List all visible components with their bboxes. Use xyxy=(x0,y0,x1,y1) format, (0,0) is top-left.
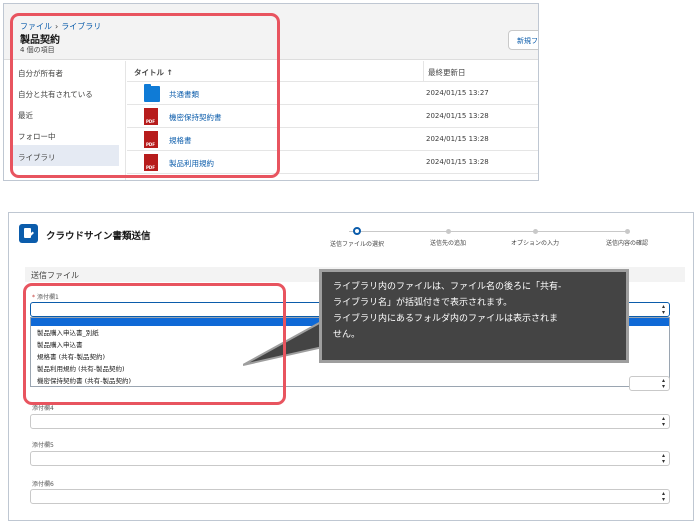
step-confirm: 送信内容の確認 xyxy=(587,227,667,247)
file-date: 2024/01/15 13:28 xyxy=(426,135,489,143)
callout-line: ライブラリ内にあるフォルダ内のファイルは表示されま xyxy=(333,314,559,324)
step-current-icon xyxy=(353,227,361,235)
file-date: 2024/01/15 13:28 xyxy=(426,158,489,166)
step-add-recipients: 送信先の追加 xyxy=(408,227,488,247)
select-arrows-icon: ▴ ▾ xyxy=(661,303,665,316)
select-arrows-icon: ▴ ▾ xyxy=(661,415,665,428)
callout-note: ライブラリ内のファイルは、ファイル名の後ろに「共有- ライブラリ名」が括弧付きで… xyxy=(319,269,629,363)
attachment3-select[interactable]: ▴ ▾ xyxy=(629,376,670,391)
attachment5-label: 添付欄5 xyxy=(32,442,54,449)
step-dot-icon xyxy=(445,229,451,234)
step-select-files: 送信ファイルの選択 xyxy=(317,227,397,248)
attachment6-select[interactable]: ▴ ▾ xyxy=(30,489,670,504)
step-options: オプションの入力 xyxy=(495,227,575,247)
highlight-frame-dropdown xyxy=(23,283,286,405)
file-date: 2024/01/15 13:28 xyxy=(426,112,489,120)
attachment5-select[interactable]: ▴ ▾ xyxy=(30,451,670,466)
step-dot-icon xyxy=(624,229,630,234)
step-label: 送信内容の確認 xyxy=(605,240,648,247)
attachment6-label: 添付欄6 xyxy=(32,481,54,488)
select-arrows-icon: ▴ ▾ xyxy=(661,452,665,465)
column-header-modified[interactable]: 最終更新日 xyxy=(423,61,466,82)
attachment4-select[interactable]: ▴ ▾ xyxy=(30,414,670,429)
callout-line: ライブラリ名」が括弧付きで表示されます。 xyxy=(333,298,513,308)
step-dot-icon xyxy=(532,229,538,234)
new-folder-button[interactable]: 新規フ xyxy=(508,30,538,50)
step-label: 送信ファイルの選択 xyxy=(329,241,384,248)
document-send-icon xyxy=(19,224,38,243)
select-arrows-icon: ▴ ▾ xyxy=(661,377,665,390)
step-label: 送信先の追加 xyxy=(429,240,466,247)
select-arrows-icon: ▴ ▾ xyxy=(661,490,665,503)
callout-line: せん。 xyxy=(333,330,361,340)
step-label: オプションの入力 xyxy=(510,240,559,247)
file-date: 2024/01/15 13:27 xyxy=(426,89,489,97)
highlight-frame-library xyxy=(10,13,280,178)
callout-line: ライブラリ内のファイルは、ファイル名の後ろに「共有- xyxy=(333,282,562,292)
progress-stepper: 送信ファイルの選択 送信先の追加 オプションの入力 送信内容の確認 xyxy=(317,227,657,257)
app-title: クラウドサイン書類送信 xyxy=(46,231,151,242)
